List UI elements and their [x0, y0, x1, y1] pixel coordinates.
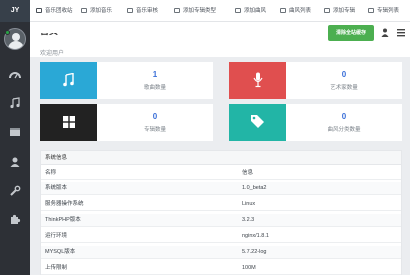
page-icon — [280, 8, 286, 14]
tab-label: 音乐审核 — [136, 8, 159, 14]
microphone-icon — [253, 72, 263, 88]
tab-add-music[interactable]: 添加音乐 — [81, 5, 112, 17]
tab-music-station[interactable]: 音乐团收站 — [36, 5, 73, 17]
tab-label: 添加专辑类型 — [183, 8, 217, 14]
system-info-title: 系统信息 — [41, 151, 401, 165]
online-status-dot — [5, 30, 10, 35]
column-header-name: 名称 — [45, 170, 57, 176]
tab-add-album-type[interactable]: 添加专辑类型 — [174, 5, 216, 17]
row-value: 1.0_beta2 — [242, 185, 267, 191]
table-row: 系统版本 1.0_beta2 — [41, 182, 401, 195]
tab-label: 音乐团收站 — [45, 8, 73, 14]
tab-label: 添加曲风 — [244, 8, 267, 14]
row-value: Linux — [242, 201, 256, 207]
stat-icon-box — [229, 62, 286, 99]
tab-label: 添加音乐 — [90, 8, 113, 14]
stat-card-genres[interactable]: 0 曲风分类数量 — [229, 104, 402, 141]
stat-label: 艺术家数量 — [330, 85, 358, 91]
row-name: 系统版本 — [45, 185, 68, 191]
tab-label: 专辑列表 — [377, 8, 400, 14]
page-icon — [81, 8, 87, 14]
grid-icon — [63, 116, 75, 128]
row-name: MYSQL版本 — [45, 249, 76, 255]
tab-label: 添加专辑 — [333, 8, 356, 14]
table-row: 服务器操作系统 Linux — [41, 198, 401, 211]
puzzle-icon[interactable] — [9, 213, 21, 225]
page-subtitle: 欢迎用户 — [40, 51, 65, 57]
stat-icon-box — [40, 62, 97, 99]
music-icon[interactable] — [9, 97, 21, 109]
tab-album-list[interactable]: 专辑列表 — [368, 5, 399, 17]
row-name: 运行环境 — [45, 233, 68, 239]
wrench-icon[interactable] — [9, 185, 21, 197]
album-icon[interactable] — [9, 126, 21, 138]
page-icon — [368, 8, 374, 14]
row-value: 100M — [242, 265, 256, 271]
tab-genre-list[interactable]: 曲风列表 — [280, 5, 311, 17]
page-icon — [36, 8, 42, 14]
table-row: ThinkPHP版本 3.2.3 — [41, 214, 401, 227]
table-row: MYSQL版本 5.7.22-log — [41, 246, 401, 259]
clear-cache-label: 清除全站缓存 — [335, 30, 366, 36]
stat-card-songs[interactable]: 1 歌曲数量 — [40, 62, 213, 99]
music-note-icon — [63, 73, 74, 87]
column-header-value: 信息 — [242, 170, 254, 176]
row-name: 服务器操作系统 — [45, 201, 84, 207]
table-row: 运行环境 nginx/1.8.1 — [41, 230, 401, 243]
stat-label: 歌曲数量 — [143, 85, 166, 91]
row-name: 上传限制 — [45, 265, 68, 271]
page-title: 首页 — [40, 26, 59, 36]
user-icon[interactable] — [9, 156, 21, 168]
stat-icon-box — [40, 104, 97, 141]
system-info-panel: 系统信息 名称 信息 系统版本 1.0_beta2 服务器操作系统 Linux … — [40, 150, 402, 275]
stat-value: 0 — [341, 70, 347, 79]
stat-label: 曲风分类数量 — [327, 127, 361, 133]
tab-label: 曲风列表 — [289, 8, 312, 14]
page-icon — [235, 8, 241, 14]
stat-value: 0 — [152, 112, 158, 121]
row-value: 3.2.3 — [242, 217, 255, 223]
stat-value: 1 — [152, 70, 158, 79]
page-header: 首页 欢迎用户 清除全站缓存 — [30, 22, 410, 57]
brand-logo: JY — [0, 0, 30, 22]
tab-add-genre[interactable]: 添加曲风 — [235, 5, 266, 17]
table-header-row: 名称 信息 — [41, 167, 401, 180]
stat-value: 0 — [341, 112, 347, 121]
page-icon — [127, 8, 133, 14]
tags-icon — [251, 115, 264, 128]
table-row: 上传限制 100M — [41, 262, 401, 275]
tab-bar: 音乐团收站 添加音乐 音乐审核 添加专辑类型 添加曲风 曲风列表 添加专辑 专辑… — [30, 0, 410, 22]
row-value: 5.7.22-log — [242, 249, 267, 255]
user-menu-icon[interactable] — [381, 28, 389, 37]
tab-add-album[interactable]: 添加专辑 — [324, 5, 355, 17]
stat-label: 专辑数量 — [143, 127, 166, 133]
sidebar: JY — [0, 0, 30, 275]
stat-card-albums[interactable]: 0 专辑数量 — [40, 104, 213, 141]
page-icon — [174, 8, 180, 14]
stat-card-artists[interactable]: 0 艺术家数量 — [229, 62, 402, 99]
dashboard-icon[interactable] — [9, 69, 21, 81]
hamburger-menu-icon[interactable] — [397, 28, 405, 37]
stat-icon-box — [229, 104, 286, 141]
row-value: nginx/1.8.1 — [242, 233, 269, 239]
clear-cache-button[interactable]: 清除全站缓存 — [328, 25, 374, 41]
row-name: ThinkPHP版本 — [45, 217, 81, 223]
tab-music-review[interactable]: 音乐审核 — [127, 5, 158, 17]
page-icon — [324, 8, 330, 14]
